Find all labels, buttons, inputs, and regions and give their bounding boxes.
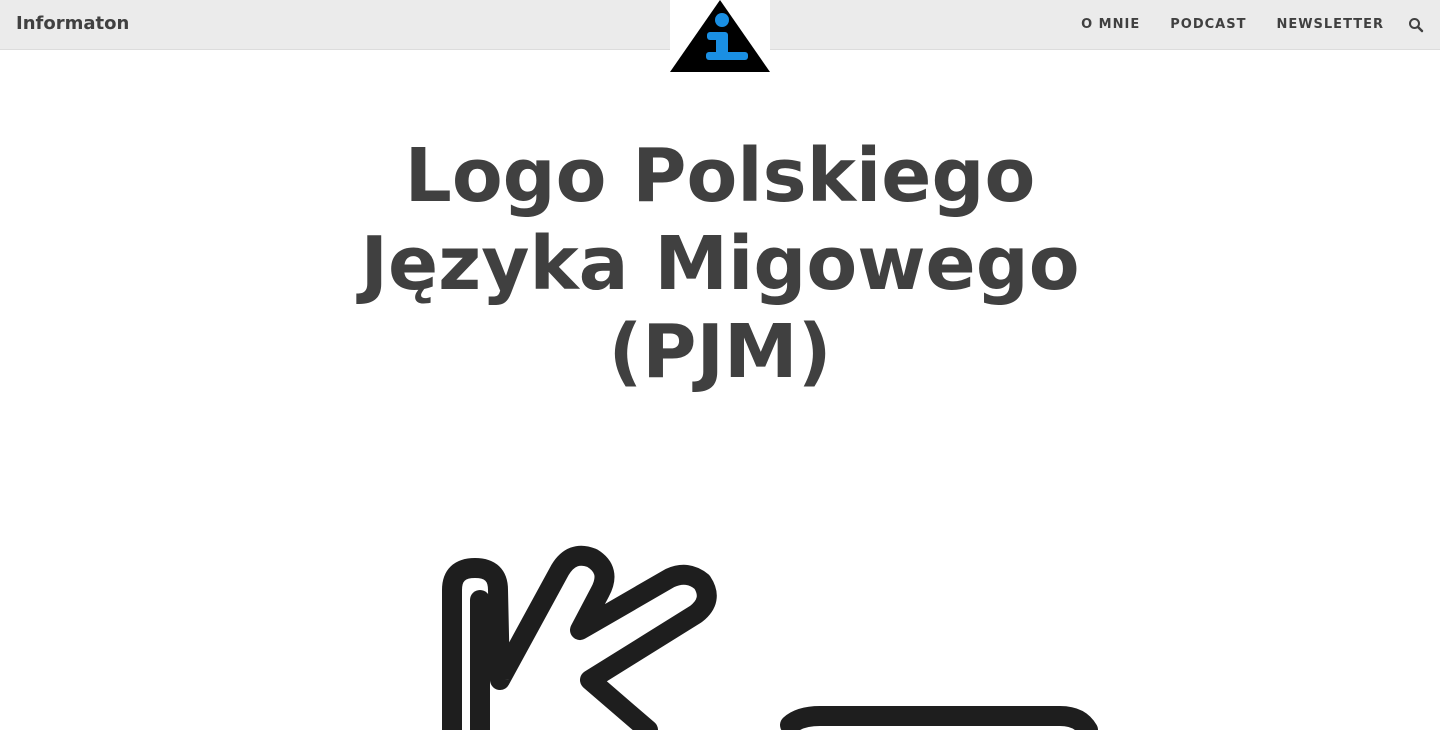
search-button[interactable]: [1408, 17, 1424, 33]
pjm-logo-image: [420, 530, 1120, 734]
search-icon: [1409, 18, 1424, 33]
main-nav: O MNIE PODCAST NEWSLETTER: [1081, 17, 1384, 32]
info-triangle-icon: [670, 0, 770, 72]
page-title: Logo Polskiego Języka Migowego (PJM): [0, 132, 1440, 396]
nav-item-newsletter[interactable]: NEWSLETTER: [1276, 17, 1384, 32]
top-navigation-bar: Informaton O MNIE PODCAST NEWSLETTER: [0, 0, 1440, 74]
site-logo-link[interactable]: [670, 0, 770, 74]
nav-item-o-mnie[interactable]: O MNIE: [1081, 17, 1140, 32]
site-name-link[interactable]: Informaton: [16, 13, 129, 34]
page-title-line: (PJM): [608, 309, 832, 395]
nav-item-podcast[interactable]: PODCAST: [1170, 17, 1246, 32]
page-title-line: Logo Polskiego: [404, 133, 1036, 219]
sign-language-hand-icon: [442, 545, 1098, 734]
page-title-line: Języka Migowego: [360, 221, 1080, 307]
